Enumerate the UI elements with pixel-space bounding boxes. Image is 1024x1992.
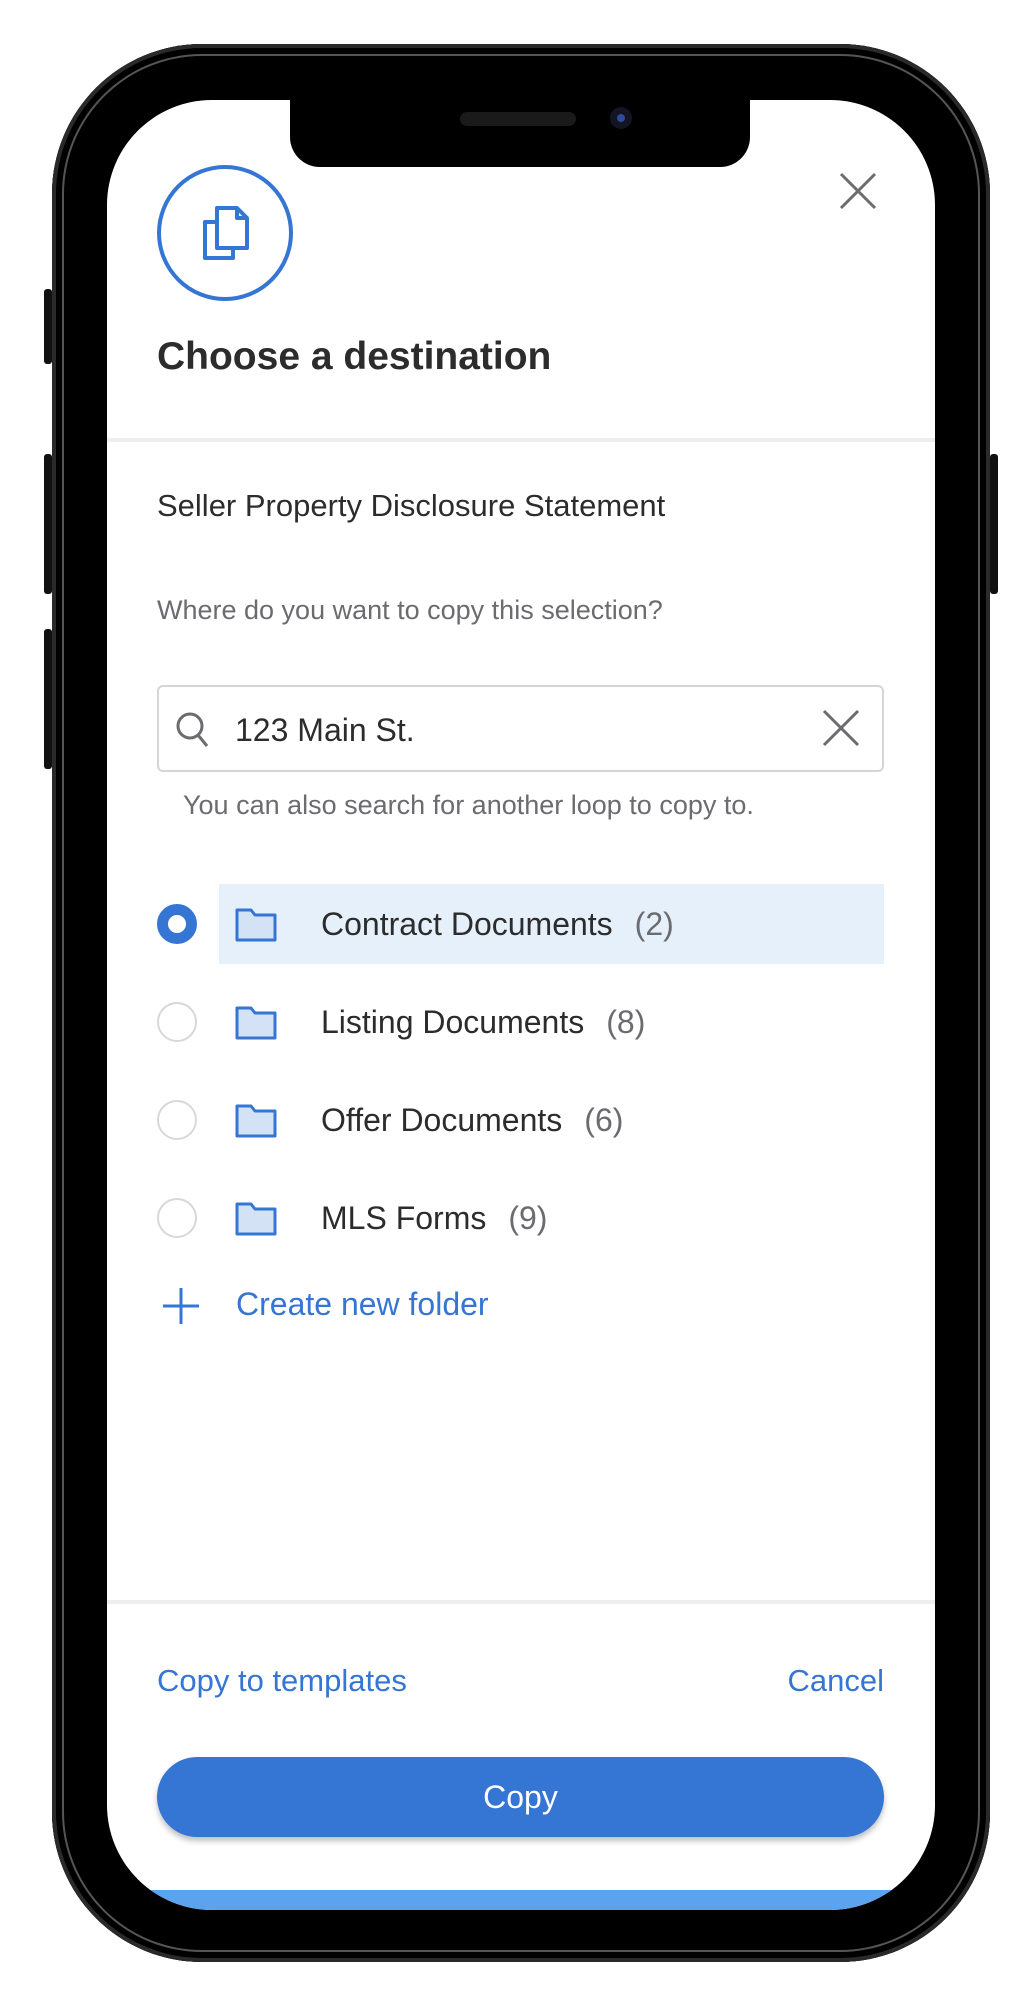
folder-icon bbox=[235, 1006, 277, 1045]
folder-count: (8) bbox=[606, 1004, 646, 1040]
radio-button[interactable] bbox=[157, 904, 197, 944]
clear-icon[interactable] bbox=[820, 707, 862, 754]
folder-count: (9) bbox=[508, 1200, 548, 1236]
volume-up-button bbox=[44, 454, 52, 594]
folder-name: Offer Documents (6) bbox=[321, 1102, 623, 1139]
folder-count: (6) bbox=[584, 1102, 624, 1138]
folder-row[interactable]: Offer Documents (6) bbox=[157, 1080, 884, 1160]
radio-button[interactable] bbox=[157, 1198, 197, 1238]
folder-icon bbox=[235, 1202, 277, 1241]
copy-documents-icon bbox=[157, 165, 293, 301]
folder-row[interactable]: Contract Documents (2) bbox=[157, 884, 884, 964]
close-icon[interactable] bbox=[837, 170, 879, 212]
folder-name: MLS Forms (9) bbox=[321, 1200, 547, 1237]
folder-count: (2) bbox=[634, 906, 674, 942]
folder-label: MLS Forms bbox=[321, 1200, 487, 1236]
header-divider bbox=[107, 438, 935, 442]
folder-name: Contract Documents (2) bbox=[321, 906, 674, 943]
notch bbox=[290, 100, 750, 167]
search-hint: You can also search for another loop to … bbox=[183, 790, 754, 820]
cancel-link[interactable]: Cancel bbox=[788, 1663, 885, 1699]
bottom-strip bbox=[107, 1890, 935, 1910]
copy-button[interactable]: Copy bbox=[157, 1757, 884, 1837]
search-input[interactable] bbox=[233, 705, 777, 755]
folder-row[interactable]: Listing Documents (8) bbox=[157, 982, 884, 1062]
folder-label: Contract Documents bbox=[321, 906, 613, 942]
folder-name: Listing Documents (8) bbox=[321, 1004, 645, 1041]
create-folder-label: Create new folder bbox=[236, 1286, 489, 1322]
folder-label: Offer Documents bbox=[321, 1102, 563, 1138]
folder-icon bbox=[235, 908, 277, 947]
volume-down-button bbox=[44, 629, 52, 769]
plus-icon bbox=[161, 1286, 201, 1331]
radio-button[interactable] bbox=[157, 1100, 197, 1140]
folder-icon bbox=[235, 1104, 277, 1143]
folder-row[interactable]: MLS Forms (9) bbox=[157, 1178, 884, 1258]
radio-button[interactable] bbox=[157, 1002, 197, 1042]
copy-question: Where do you want to copy this selection… bbox=[157, 595, 663, 625]
power-button bbox=[990, 454, 998, 594]
speaker bbox=[460, 112, 576, 126]
footer-divider bbox=[107, 1600, 935, 1604]
dialog-title: Choose a destination bbox=[157, 335, 552, 378]
search-field[interactable] bbox=[157, 685, 884, 772]
phone-screen: Choose a destination Seller Property Dis… bbox=[107, 100, 935, 1910]
mute-switch bbox=[44, 289, 52, 364]
document-name: Seller Property Disclosure Statement bbox=[157, 488, 666, 523]
folder-label: Listing Documents bbox=[321, 1004, 585, 1040]
row-highlight bbox=[219, 1178, 884, 1258]
front-camera bbox=[610, 107, 632, 129]
copy-to-templates-link[interactable]: Copy to templates bbox=[157, 1663, 407, 1699]
search-icon bbox=[175, 711, 211, 756]
